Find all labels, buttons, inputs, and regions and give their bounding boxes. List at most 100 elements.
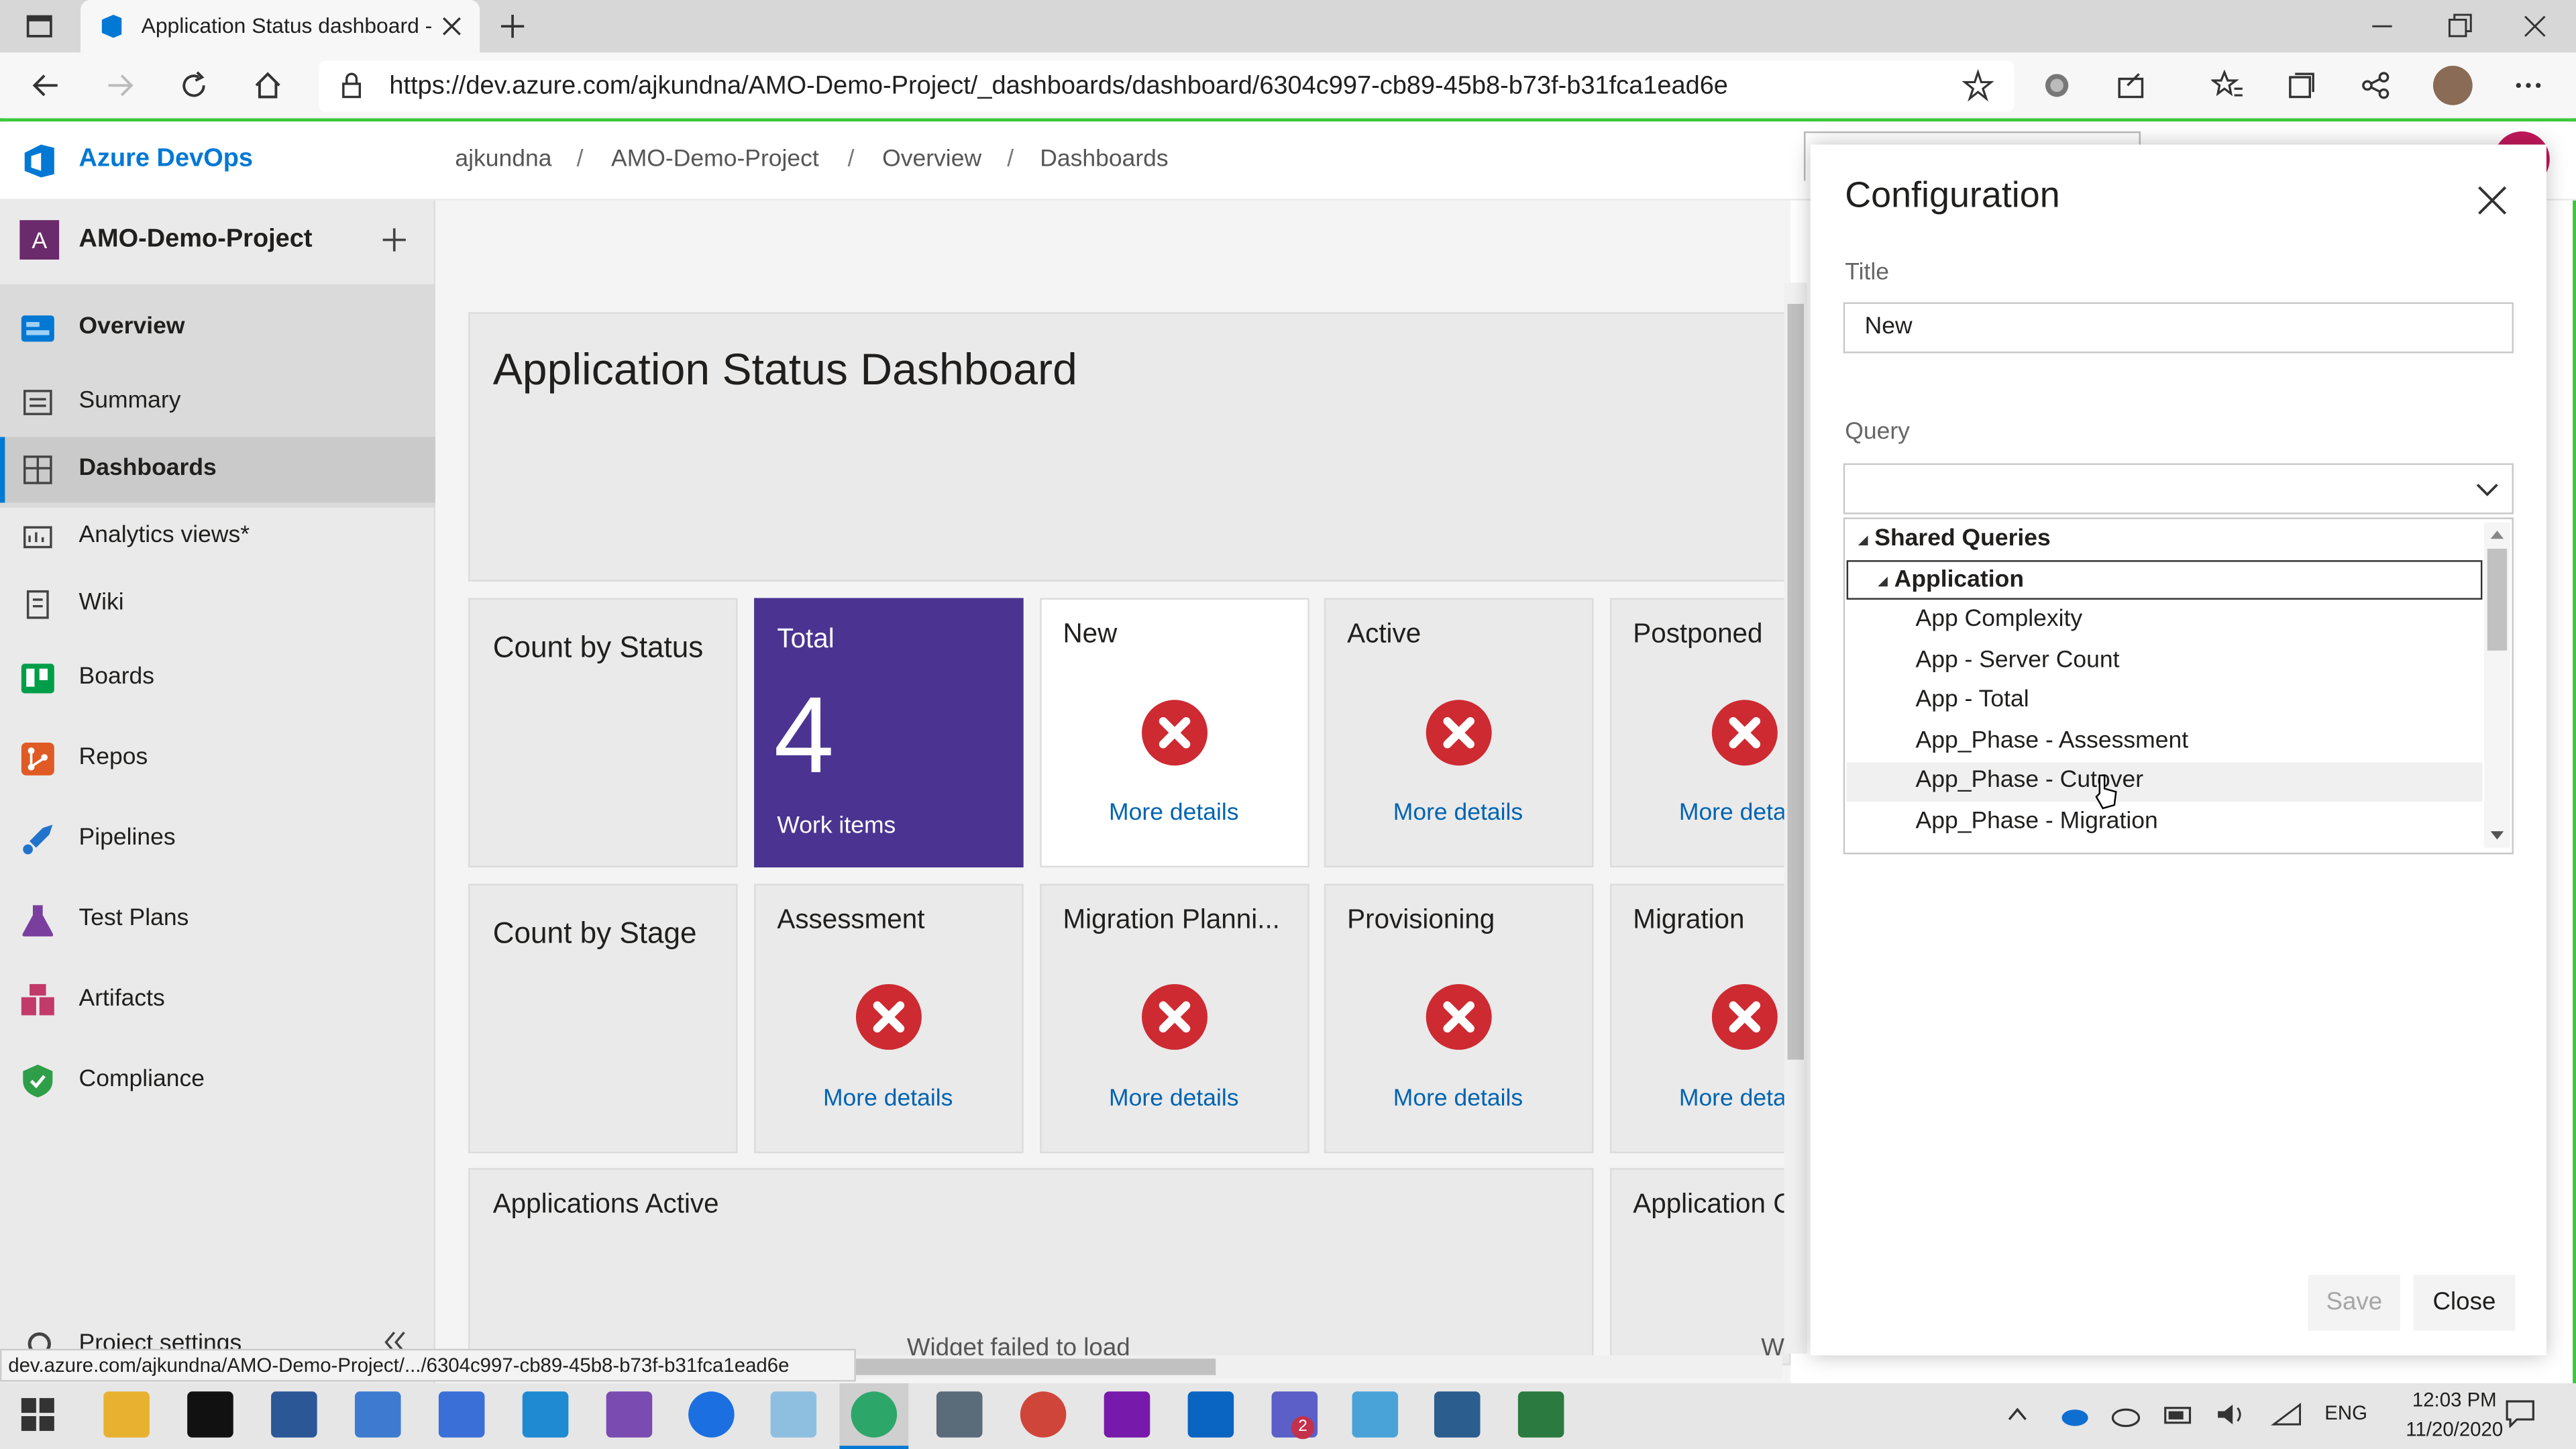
chevron-up-icon[interactable]	[2004, 1401, 2031, 1428]
notifications-icon[interactable]	[2504, 1398, 2536, 1428]
close-button[interactable]: Close	[2413, 1275, 2516, 1331]
clock-time[interactable]: 12:03 PM	[2402, 1388, 2507, 1411]
excel-like-icon[interactable]	[1517, 1391, 1564, 1438]
file-explorer-icon[interactable]	[103, 1391, 150, 1438]
minimize-icon[interactable]	[2366, 10, 2399, 43]
query-item[interactable]: App - Server Count	[1916, 647, 2120, 674]
nav-repos[interactable]: Repos	[0, 726, 435, 792]
forward-icon[interactable]	[95, 61, 144, 110]
vscode-icon[interactable]	[522, 1391, 569, 1438]
nav-compliance[interactable]: Compliance	[0, 1048, 435, 1114]
windows-start-icon[interactable]	[19, 1397, 56, 1433]
more-details-link[interactable]: More details	[1393, 1086, 1523, 1112]
nav-overview[interactable]: Overview	[0, 296, 435, 362]
query-item[interactable]: App_Phase - Migration	[1916, 808, 2158, 835]
more-details-link[interactable]: More deta	[1679, 800, 1784, 826]
lock-icon[interactable]	[338, 72, 364, 99]
back-icon[interactable]	[21, 61, 70, 110]
powershell-icon[interactable]	[271, 1391, 317, 1438]
more-details-link[interactable]: More deta	[1679, 1086, 1784, 1112]
edge-dev-icon[interactable]	[851, 1391, 898, 1438]
nav-artifacts[interactable]: Artifacts	[0, 967, 435, 1033]
project-name[interactable]: AMO-Demo-Project	[79, 225, 313, 255]
powershell-ise-icon[interactable]	[354, 1391, 401, 1438]
breadcrumb-org[interactable]: ajkundna	[455, 146, 551, 172]
project-settings-link[interactable]: Project settings	[79, 1328, 242, 1350]
wifi-icon[interactable]	[2270, 1401, 2303, 1428]
nav-test-plans[interactable]: Test Plans	[0, 887, 435, 953]
nav-boards[interactable]: Boards	[0, 645, 435, 711]
product-name[interactable]: Azure DevOps	[79, 145, 253, 174]
close-icon[interactable]	[2474, 182, 2510, 219]
breadcrumb-project[interactable]: AMO-Demo-Project	[611, 146, 819, 172]
collapse-sidebar-icon[interactable]	[378, 1328, 411, 1351]
nav-pipelines[interactable]: Pipelines	[0, 806, 435, 872]
query-item[interactable]: App_Phase - Assessment	[1916, 728, 2189, 754]
breadcrumb-overview[interactable]: Overview	[882, 146, 981, 172]
query-item[interactable]: App - Total	[1916, 687, 2029, 713]
expand-triangle-icon[interactable]	[1855, 532, 1871, 548]
save-button[interactable]: Save	[2308, 1275, 2400, 1331]
apps-grid-icon[interactable]	[438, 1391, 485, 1438]
clock-date[interactable]: 11/20/2020	[2402, 1417, 2507, 1440]
cloud-icon[interactable]	[2109, 1401, 2142, 1428]
language-indicator[interactable]: ENG	[2324, 1401, 2367, 1424]
add-favorite-icon[interactable]	[1953, 61, 2002, 110]
breadcrumb-separator: /	[576, 146, 584, 173]
tab-actions-icon[interactable]	[23, 10, 56, 43]
add-icon[interactable]	[378, 223, 411, 256]
nav-summary[interactable]: Summary	[0, 370, 435, 435]
tile-title: New	[1063, 619, 1118, 649]
vertical-scroll-thumb[interactable]	[1787, 304, 1804, 1060]
nav-wiki[interactable]: Wiki	[0, 572, 435, 637]
terminal-icon[interactable]	[187, 1391, 233, 1438]
network-app-icon[interactable]	[1434, 1391, 1481, 1438]
more-options-icon[interactable]	[2504, 61, 2553, 110]
breadcrumb-dashboards[interactable]: Dashboards	[1040, 146, 1168, 172]
new-tab-icon[interactable]	[496, 10, 529, 43]
chevron-down-icon[interactable]	[2474, 476, 2500, 502]
share-icon[interactable]	[2351, 61, 2400, 110]
scroll-down-icon[interactable]	[2487, 828, 2507, 844]
title-input[interactable]	[1843, 302, 2514, 354]
more-details-link[interactable]: More details	[1109, 1086, 1238, 1112]
app-icon[interactable]	[770, 1391, 817, 1438]
nav-analytics-views[interactable]: Analytics views*	[0, 504, 435, 570]
azure-devops-logo-icon[interactable]	[19, 142, 59, 181]
close-tab-icon[interactable]	[439, 13, 465, 40]
more-details-link[interactable]: More details	[1393, 800, 1523, 826]
tree-root-shared-queries[interactable]: Shared Queries	[1874, 526, 2051, 552]
outlook-icon[interactable]	[1187, 1391, 1234, 1438]
onenote-icon[interactable]	[1104, 1391, 1150, 1438]
nav-dashboards[interactable]: Dashboards	[0, 437, 435, 502]
extension-icon[interactable]	[2032, 61, 2081, 110]
tree-scroll-thumb[interactable]	[2487, 548, 2508, 651]
url-text[interactable]: https://dev.azure.com/ajkundna/AMO-Demo-…	[389, 72, 1728, 102]
dashboard-title: Application Status Dashboard	[492, 345, 1077, 394]
query-item[interactable]: App Complexity	[1916, 606, 2083, 633]
snip-icon[interactable]	[1020, 1391, 1067, 1438]
battery-icon[interactable]	[2162, 1401, 2195, 1428]
query-dropdown[interactable]	[1843, 463, 2514, 515]
scroll-up-icon[interactable]	[2487, 526, 2507, 542]
visual-studio-icon[interactable]	[606, 1391, 653, 1438]
project-avatar[interactable]: A	[19, 220, 60, 260]
collections-icon[interactable]	[2277, 61, 2326, 110]
profile-avatar[interactable]	[2432, 65, 2473, 105]
onedrive-icon[interactable]	[2057, 1401, 2090, 1428]
remote-desktop-icon[interactable]	[1352, 1391, 1399, 1438]
home-icon[interactable]	[243, 61, 292, 110]
refresh-icon[interactable]	[169, 61, 218, 110]
gear-icon[interactable]	[23, 1328, 56, 1351]
more-details-link[interactable]: More details	[823, 1086, 953, 1112]
tile-title: Active	[1347, 619, 1421, 649]
window-close-icon[interactable]	[2518, 10, 2551, 43]
maps-icon[interactable]	[688, 1391, 735, 1438]
reader-icon[interactable]	[2106, 61, 2155, 110]
restore-icon[interactable]	[2443, 10, 2476, 43]
more-details-link[interactable]: More details	[1109, 800, 1238, 826]
volume-icon[interactable]	[2214, 1401, 2247, 1428]
favorites-icon[interactable]	[2203, 61, 2252, 110]
calculator-icon[interactable]	[936, 1391, 983, 1438]
expand-triangle-icon[interactable]	[1874, 574, 1890, 590]
